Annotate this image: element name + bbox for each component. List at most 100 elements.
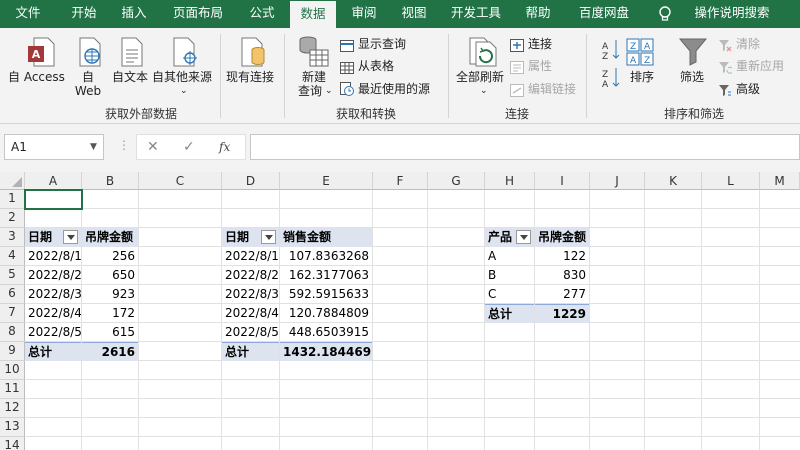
tab-help[interactable]: 帮助	[516, 0, 560, 28]
table-row-value[interactable]: 162.3177063	[280, 266, 372, 285]
table-row-label[interactable]: 2022/8/2	[222, 266, 279, 285]
recent-sources-icon[interactable]	[340, 81, 354, 100]
select-all-corner[interactable]	[0, 172, 25, 190]
total-value[interactable]: 2616	[82, 342, 138, 361]
insert-function-icon[interactable]: fx	[219, 140, 230, 154]
chevron-down-icon[interactable]: ⌄	[180, 84, 188, 98]
advanced-filter-icon[interactable]	[718, 82, 732, 101]
table-row-label[interactable]: A	[485, 247, 534, 266]
filter-dropdown-icon[interactable]	[516, 230, 531, 244]
column-header-l[interactable]: L	[702, 172, 760, 190]
table-header-cell[interactable]: 销售金额	[280, 228, 372, 247]
row-header-3[interactable]: 3	[0, 228, 25, 247]
column-header-e[interactable]: E	[280, 172, 373, 190]
table-row-value[interactable]: 120.7884809	[280, 304, 372, 323]
filter-dropdown-icon[interactable]	[63, 230, 78, 244]
name-box-dropdown-icon[interactable]: ▼	[90, 140, 97, 154]
recent-sources-button[interactable]: 最近使用的源	[358, 82, 430, 96]
formula-bar-grip-icon[interactable]: ⋮	[118, 138, 130, 152]
access-icon[interactable]: A	[26, 36, 56, 72]
table-row-label[interactable]: C	[485, 285, 534, 304]
other-sources-icon[interactable]	[170, 36, 200, 72]
row-header-5[interactable]: 5	[0, 266, 25, 285]
sort-dialog-icon[interactable]: ZAAZ	[626, 38, 656, 70]
row-header-11[interactable]: 11	[0, 380, 25, 399]
show-queries-icon[interactable]	[340, 37, 354, 56]
table-row-value[interactable]: 122	[535, 247, 589, 266]
column-header-j[interactable]: J	[590, 172, 645, 190]
tab-developer[interactable]: 开发工具	[444, 0, 508, 28]
from-table-button[interactable]: 从表格	[358, 59, 394, 73]
filter-button[interactable]: 筛选	[680, 70, 704, 84]
table-row-label[interactable]: 2022/8/1	[222, 247, 279, 266]
table-row-label[interactable]: 2022/8/3	[25, 285, 81, 304]
row-header-8[interactable]: 8	[0, 323, 25, 342]
table-row-value[interactable]: 256	[82, 247, 138, 266]
table-row-value[interactable]: 830	[535, 266, 589, 285]
tab-review[interactable]: 审阅	[344, 0, 384, 28]
name-box[interactable]: A1	[4, 134, 104, 160]
cancel-icon[interactable]: ✕	[147, 140, 159, 154]
tab-insert[interactable]: 插入	[112, 0, 156, 28]
from-text-button[interactable]: 自文本	[112, 70, 148, 84]
table-row-value[interactable]: 592.5915633	[280, 285, 372, 304]
new-query-icon[interactable]	[298, 34, 332, 74]
table-row-value[interactable]: 923	[82, 285, 138, 304]
show-queries-button[interactable]: 显示查询	[358, 37, 406, 51]
column-header-d[interactable]: D	[222, 172, 280, 190]
web-icon[interactable]	[76, 36, 104, 72]
text-file-icon[interactable]	[118, 36, 146, 72]
total-label[interactable]: 总计	[222, 342, 279, 361]
tab-view[interactable]: 视图	[392, 0, 436, 28]
row-header-6[interactable]: 6	[0, 285, 25, 304]
table-header-cell[interactable]: 吊牌金额	[535, 228, 589, 247]
row-header-7[interactable]: 7	[0, 304, 25, 323]
column-header-k[interactable]: K	[645, 172, 702, 190]
tab-baidu-netdisk[interactable]: 百度网盘	[568, 0, 640, 28]
column-header-i[interactable]: I	[535, 172, 590, 190]
lightbulb-icon[interactable]	[652, 0, 678, 28]
column-header-a[interactable]: A	[25, 172, 82, 190]
chevron-down-icon[interactable]: ⌄	[480, 84, 488, 98]
row-header-1[interactable]: 1	[0, 190, 25, 209]
from-other-sources-button[interactable]: 自其他来源	[152, 70, 212, 84]
new-query-label-1[interactable]: 新建	[300, 70, 328, 84]
tab-file[interactable]: 文件	[6, 0, 50, 28]
table-header-cell[interactable]: 吊牌金额	[82, 228, 138, 247]
refresh-all-icon[interactable]	[466, 36, 498, 72]
table-row-label[interactable]: B	[485, 266, 534, 285]
advanced-button[interactable]: 高级	[736, 82, 760, 96]
column-header-b[interactable]: B	[82, 172, 139, 190]
total-label[interactable]: 总计	[25, 342, 81, 361]
row-header-9[interactable]: 9	[0, 342, 25, 361]
row-header-10[interactable]: 10	[0, 361, 25, 380]
table-row-label[interactable]: 2022/8/4	[222, 304, 279, 323]
table-icon[interactable]	[340, 59, 354, 78]
filter-dropdown-icon[interactable]	[261, 230, 276, 244]
table-row-value[interactable]: 172	[82, 304, 138, 323]
tab-home[interactable]: 开始	[60, 0, 108, 28]
tell-me-search[interactable]: 操作说明搜索	[680, 0, 784, 28]
sort-button[interactable]: 排序	[630, 70, 654, 84]
sort-az-icon[interactable]: AZZA	[600, 38, 622, 96]
column-header-c[interactable]: C	[139, 172, 222, 190]
row-header-4[interactable]: 4	[0, 247, 25, 266]
selected-cell-a1[interactable]	[24, 189, 83, 210]
row-header-13[interactable]: 13	[0, 418, 25, 437]
table-row-label[interactable]: 2022/8/3	[222, 285, 279, 304]
confirm-icon[interactable]: ✓	[183, 140, 195, 154]
table-row-value[interactable]: 277	[535, 285, 589, 304]
new-query-label-2[interactable]: 查询	[298, 84, 322, 98]
column-header-m[interactable]: M	[760, 172, 800, 190]
total-label[interactable]: 总计	[485, 304, 534, 323]
from-web-label-2[interactable]: Web	[72, 84, 104, 98]
table-row-label[interactable]: 2022/8/5	[222, 323, 279, 342]
refresh-all-button[interactable]: 全部刷新	[456, 70, 504, 84]
table-row-label[interactable]: 2022/8/4	[25, 304, 81, 323]
total-value[interactable]: 1229	[535, 304, 589, 323]
column-header-g[interactable]: G	[428, 172, 485, 190]
tab-formulas[interactable]: 公式	[240, 0, 284, 28]
table-row-value[interactable]: 107.8363268	[280, 247, 372, 266]
table-row-label[interactable]: 2022/8/2	[25, 266, 81, 285]
from-access-button[interactable]: 自 Access	[8, 70, 65, 84]
